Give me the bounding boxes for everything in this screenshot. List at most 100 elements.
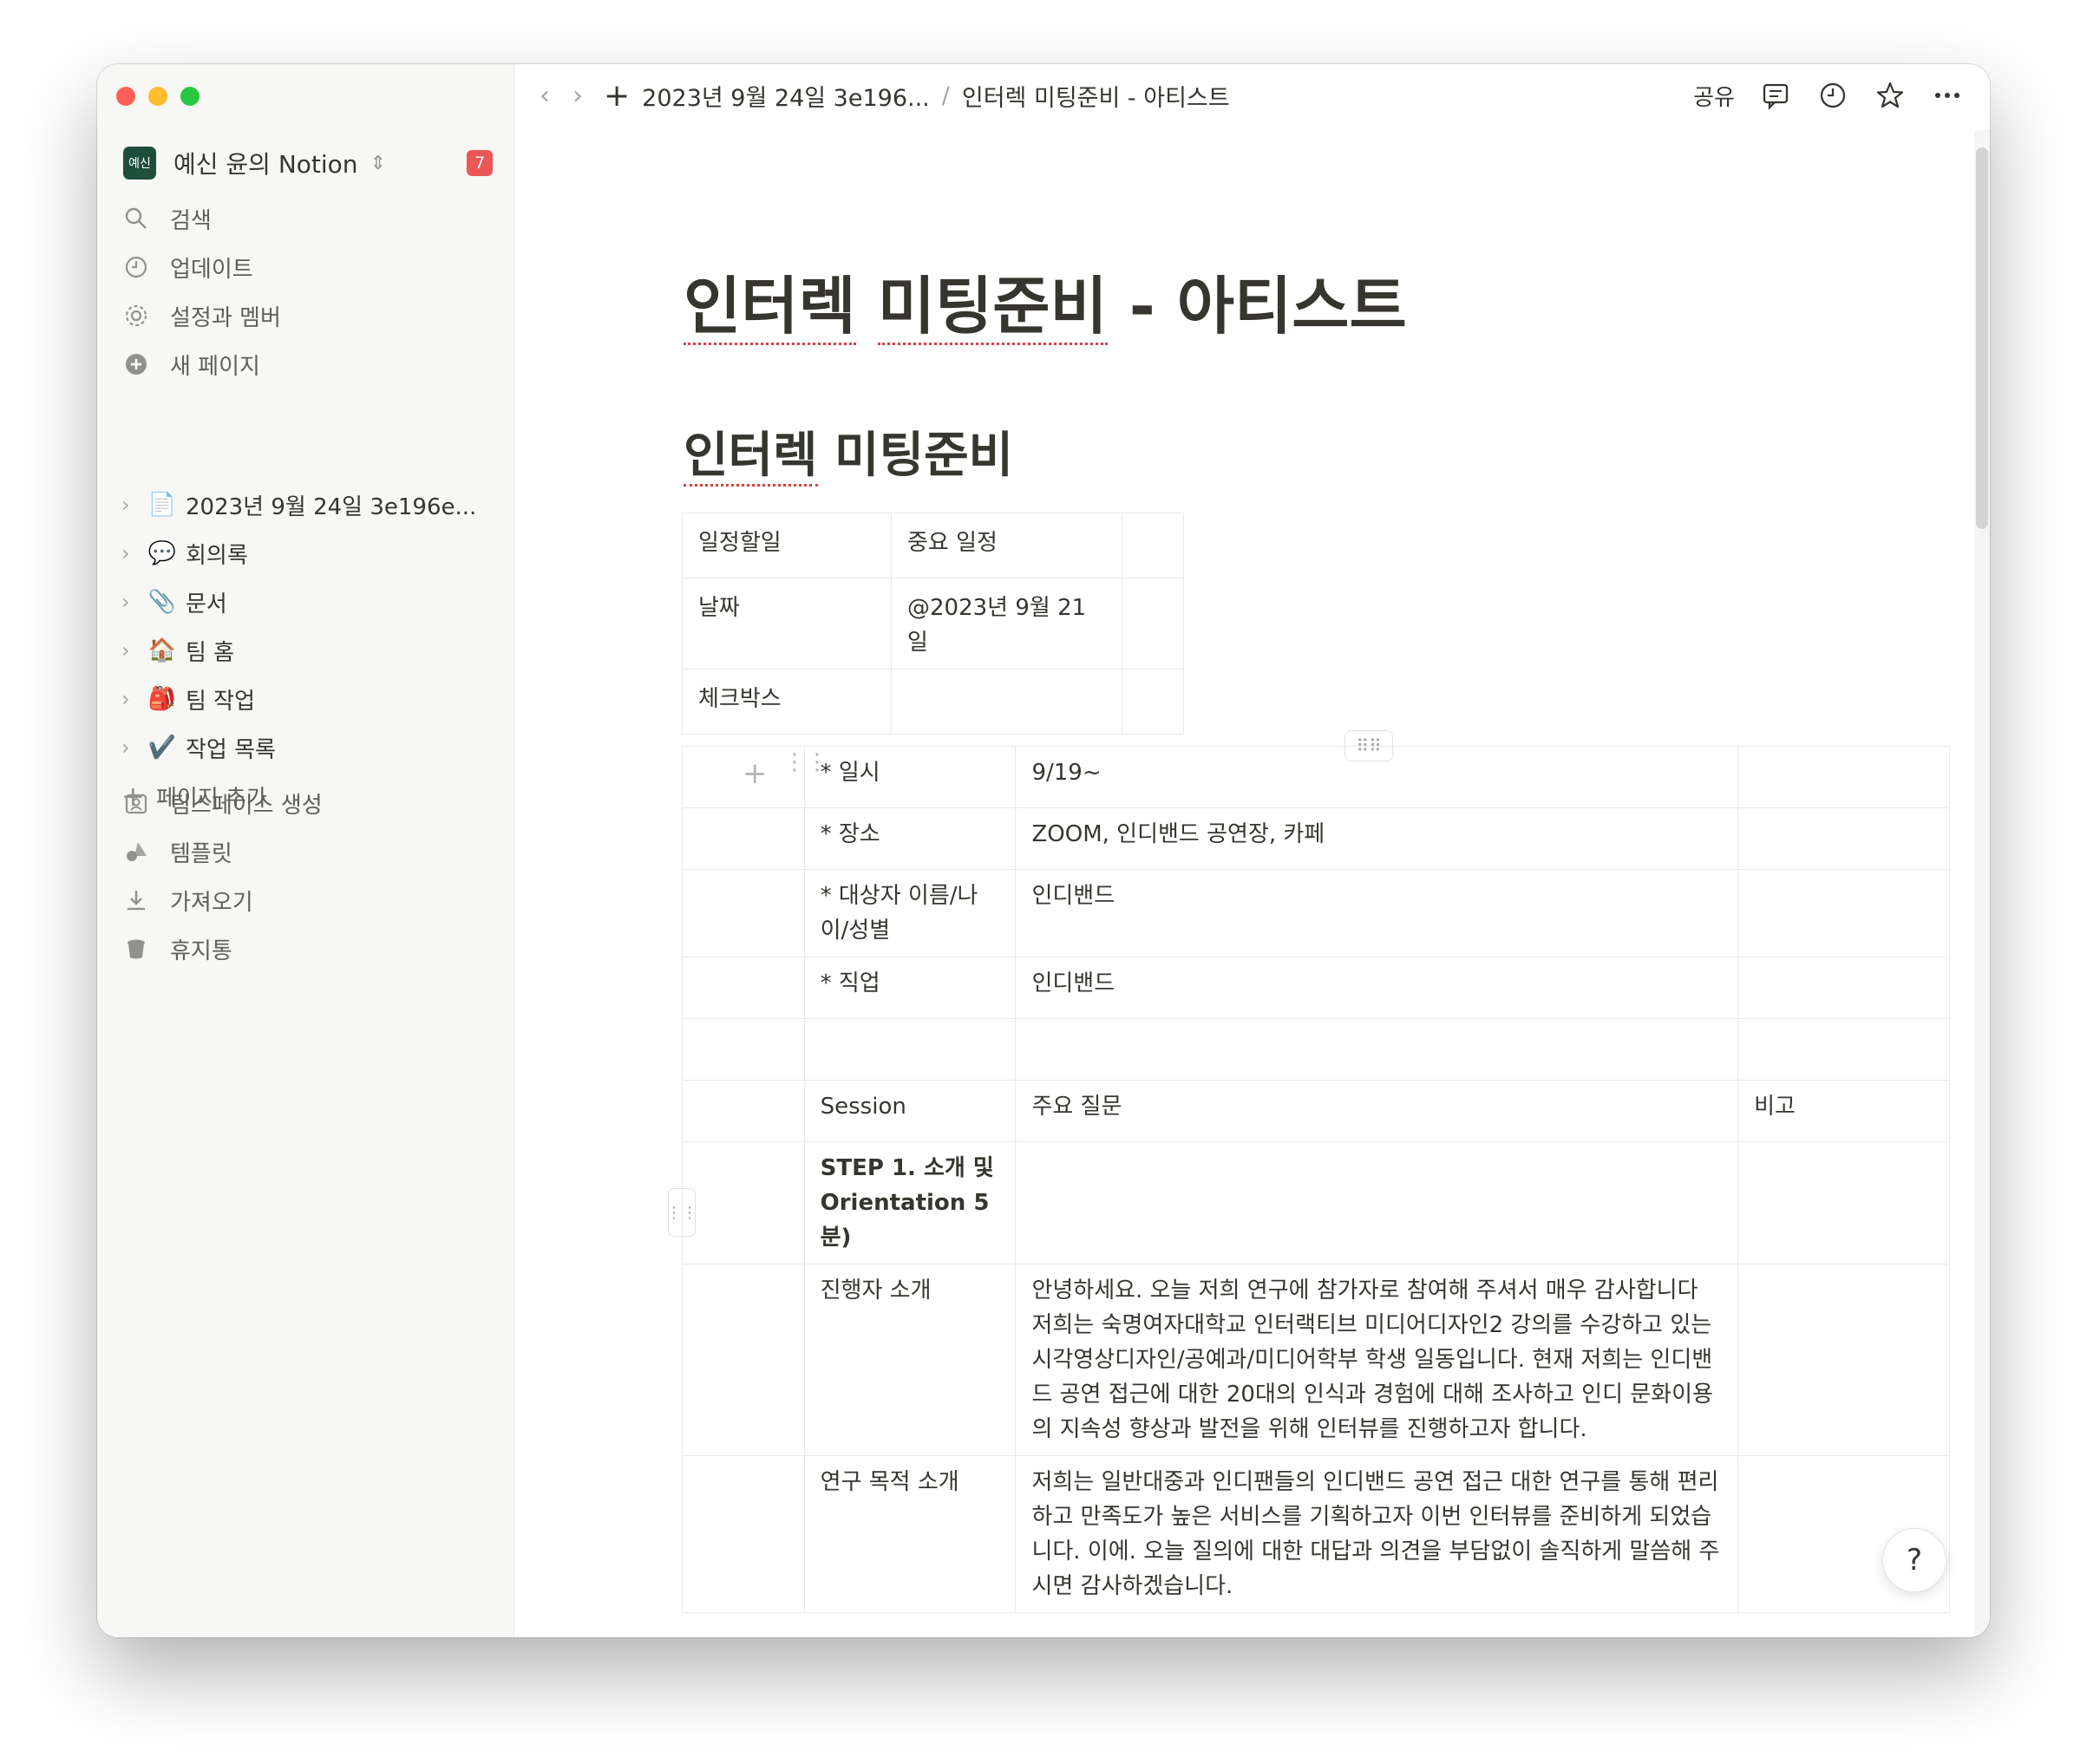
sidebar-item-search[interactable]: 검색 [123, 194, 496, 243]
table-cell[interactable] [1737, 869, 1950, 957]
share-button[interactable]: 공유 [1693, 80, 1735, 112]
sidebar-page-date[interactable]: › 📄 2023년 9월 24일 3e196e... [121, 480, 496, 529]
backpack-icon: 🎒 [147, 686, 177, 712]
sidebar-item-templates[interactable]: 템플릿 [123, 827, 496, 876]
table-cell[interactable]: * 장소 [803, 807, 1017, 870]
table-cell[interactable] [682, 869, 805, 957]
forward-arrow-icon[interactable]: › [572, 81, 583, 111]
star-icon[interactable] [1874, 79, 1907, 112]
table-cell[interactable]: 9/19~ [1015, 746, 1739, 808]
page-title[interactable]: 인터렉 미팅준비 - 아티스트 [684, 255, 1407, 346]
sidebar-item-label: 휴지통 [170, 938, 232, 964]
table-cell[interactable] [1015, 1018, 1739, 1081]
table-cell[interactable]: 안녕하세요. 오늘 저희 연구에 참가자로 참여해 주셔서 매우 감사합니다 저… [1015, 1264, 1739, 1456]
table-cell[interactable]: 비고 [1737, 1080, 1950, 1142]
teamspace-icon [125, 794, 147, 814]
table-cell[interactable] [682, 1141, 805, 1264]
table-cell[interactable]: 날짜 [682, 578, 892, 670]
table-cell[interactable]: 진행자 소개 [803, 1264, 1017, 1456]
heading-word: 인터렉 [684, 428, 818, 487]
comment-icon[interactable] [1759, 79, 1792, 112]
chevron-right-icon[interactable]: › [121, 687, 142, 711]
table-cell[interactable]: STEP 1. 소개 및 Orientation 5분) [803, 1141, 1017, 1264]
sidebar-item-updates[interactable]: 업데이트 [123, 243, 496, 291]
table-cell[interactable] [682, 746, 805, 808]
chevron-right-icon[interactable]: › [121, 735, 142, 760]
table-cell[interactable]: * 직업 [803, 957, 1017, 1019]
table-cell[interactable]: Session [803, 1080, 1017, 1142]
download-icon [128, 891, 145, 911]
table-cell[interactable]: 연구 목적 소개 [803, 1455, 1017, 1613]
zoom-window-button[interactable] [180, 87, 200, 106]
table-cell[interactable] [803, 1018, 1017, 1081]
table-cell[interactable]: @2023년 9월 21일 [891, 578, 1122, 670]
table-row: 진행자 소개 안녕하세요. 오늘 저희 연구에 참가자로 참여해 주셔서 매우 … [682, 1264, 1950, 1456]
table-cell[interactable] [682, 1018, 805, 1081]
page-icon: 📄 [147, 492, 177, 518]
help-button[interactable]: ? [1882, 1528, 1946, 1592]
chevron-right-icon[interactable]: › [121, 541, 142, 565]
notification-badge[interactable]: 7 [467, 150, 493, 176]
table-row: 체크박스 [682, 669, 1184, 735]
table-cell[interactable]: 체크박스 [682, 669, 892, 735]
table-cell[interactable]: 인디밴드 [1015, 869, 1739, 957]
history-clock-icon[interactable] [1816, 79, 1849, 112]
table-cell[interactable] [1122, 669, 1184, 735]
breadcrumb-current[interactable]: 인터렉 미팅준비 - 아티스트 [962, 79, 1230, 113]
house-icon: 🏠 [147, 637, 177, 663]
table-cell[interactable] [891, 669, 1122, 735]
table-cell[interactable] [1015, 1141, 1739, 1264]
table-cell[interactable]: 일정할일 [682, 513, 892, 578]
sidebar-item-trash[interactable]: 휴지통 [123, 924, 496, 973]
table-cell[interactable] [682, 807, 805, 870]
sidebar-item-label: 템플릿 [170, 840, 232, 867]
table-cell[interactable] [1122, 578, 1184, 670]
table-cell[interactable]: 저희는 일반대중과 인디팬들의 인디밴드 공연 접근 대한 연구를 통해 편리하… [1015, 1455, 1739, 1613]
heading-2[interactable]: 인터렉 미팅준비 [684, 416, 1013, 487]
table-cell[interactable]: 인디밴드 [1015, 957, 1739, 1019]
sidebar-item-new-page[interactable]: 새 페이지 [123, 340, 496, 389]
table-cell[interactable]: * 일시 [803, 746, 1017, 808]
sidebar-item-create-teamspace[interactable]: 팀스페이스 생성 [123, 779, 496, 827]
sidebar-item-settings[interactable]: 설정과 멤버 [123, 291, 496, 340]
more-icon[interactable] [1931, 79, 1964, 112]
sidebar-page-minutes[interactable]: › 💬 회의록 [121, 529, 496, 578]
interview-table: * 일시 9/19~ * 장소 ZOOM, 인디밴드 공연장, 카페 * 대상자… [682, 746, 1950, 1613]
table-cell[interactable]: ZOOM, 인디밴드 공연장, 카페 [1015, 807, 1739, 870]
table-cell[interactable] [682, 1455, 805, 1613]
new-tab-plus-icon[interactable]: + [604, 78, 630, 114]
table-row: * 일시 9/19~ [682, 746, 1950, 808]
table-cell[interactable] [1737, 1141, 1950, 1264]
sidebar-item-import[interactable]: 가져오기 [123, 876, 496, 924]
sidebar-page-task-list[interactable]: › ✔️ 작업 목록 [121, 723, 496, 772]
table-cell[interactable] [1737, 957, 1950, 1019]
scrollbar-thumb[interactable] [1976, 147, 1988, 529]
table-cell[interactable] [682, 1080, 805, 1142]
sidebar-page-docs[interactable]: › 📎 문서 [121, 578, 496, 626]
chevron-updown-icon: ⇕ [370, 152, 386, 174]
table-cell[interactable]: 주요 질문 [1015, 1080, 1739, 1142]
page-label: 2023년 9월 24일 3e196e... [186, 493, 477, 520]
breadcrumb-parent[interactable]: 2023년 9월 24일 3e196... [642, 79, 930, 113]
table-cell[interactable] [1737, 1264, 1950, 1456]
chevron-right-icon[interactable]: › [121, 493, 142, 517]
back-arrow-icon[interactable]: ‹ [540, 81, 550, 111]
table-cell[interactable] [1737, 1018, 1950, 1081]
schedule-table: 일정할일 중요 일정 날짜 @2023년 9월 21일 체크박스 [682, 513, 1184, 735]
sidebar-item-label: 검색 [170, 207, 212, 234]
table-cell[interactable] [1737, 746, 1950, 808]
close-window-button[interactable] [116, 87, 135, 106]
title-word: 미팅준비 [877, 270, 1108, 345]
table-cell[interactable] [1737, 807, 1950, 870]
table-cell[interactable] [682, 1264, 805, 1456]
sidebar-page-team-tasks[interactable]: › 🎒 팀 작업 [121, 675, 496, 723]
table-cell[interactable] [1122, 513, 1184, 578]
minimize-window-button[interactable] [148, 87, 167, 106]
table-cell[interactable]: 중요 일정 [891, 513, 1122, 578]
table-cell[interactable]: * 대상자 이름/나이/성별 [803, 869, 1017, 957]
chevron-right-icon[interactable]: › [121, 590, 142, 614]
sidebar-page-team-home[interactable]: › 🏠 팀 홈 [121, 626, 496, 675]
workspace-switcher[interactable]: 예신 예신 윤의 Notion ⇕ 7 [123, 144, 493, 182]
chevron-right-icon[interactable]: › [121, 638, 142, 663]
table-cell[interactable] [682, 957, 805, 1019]
